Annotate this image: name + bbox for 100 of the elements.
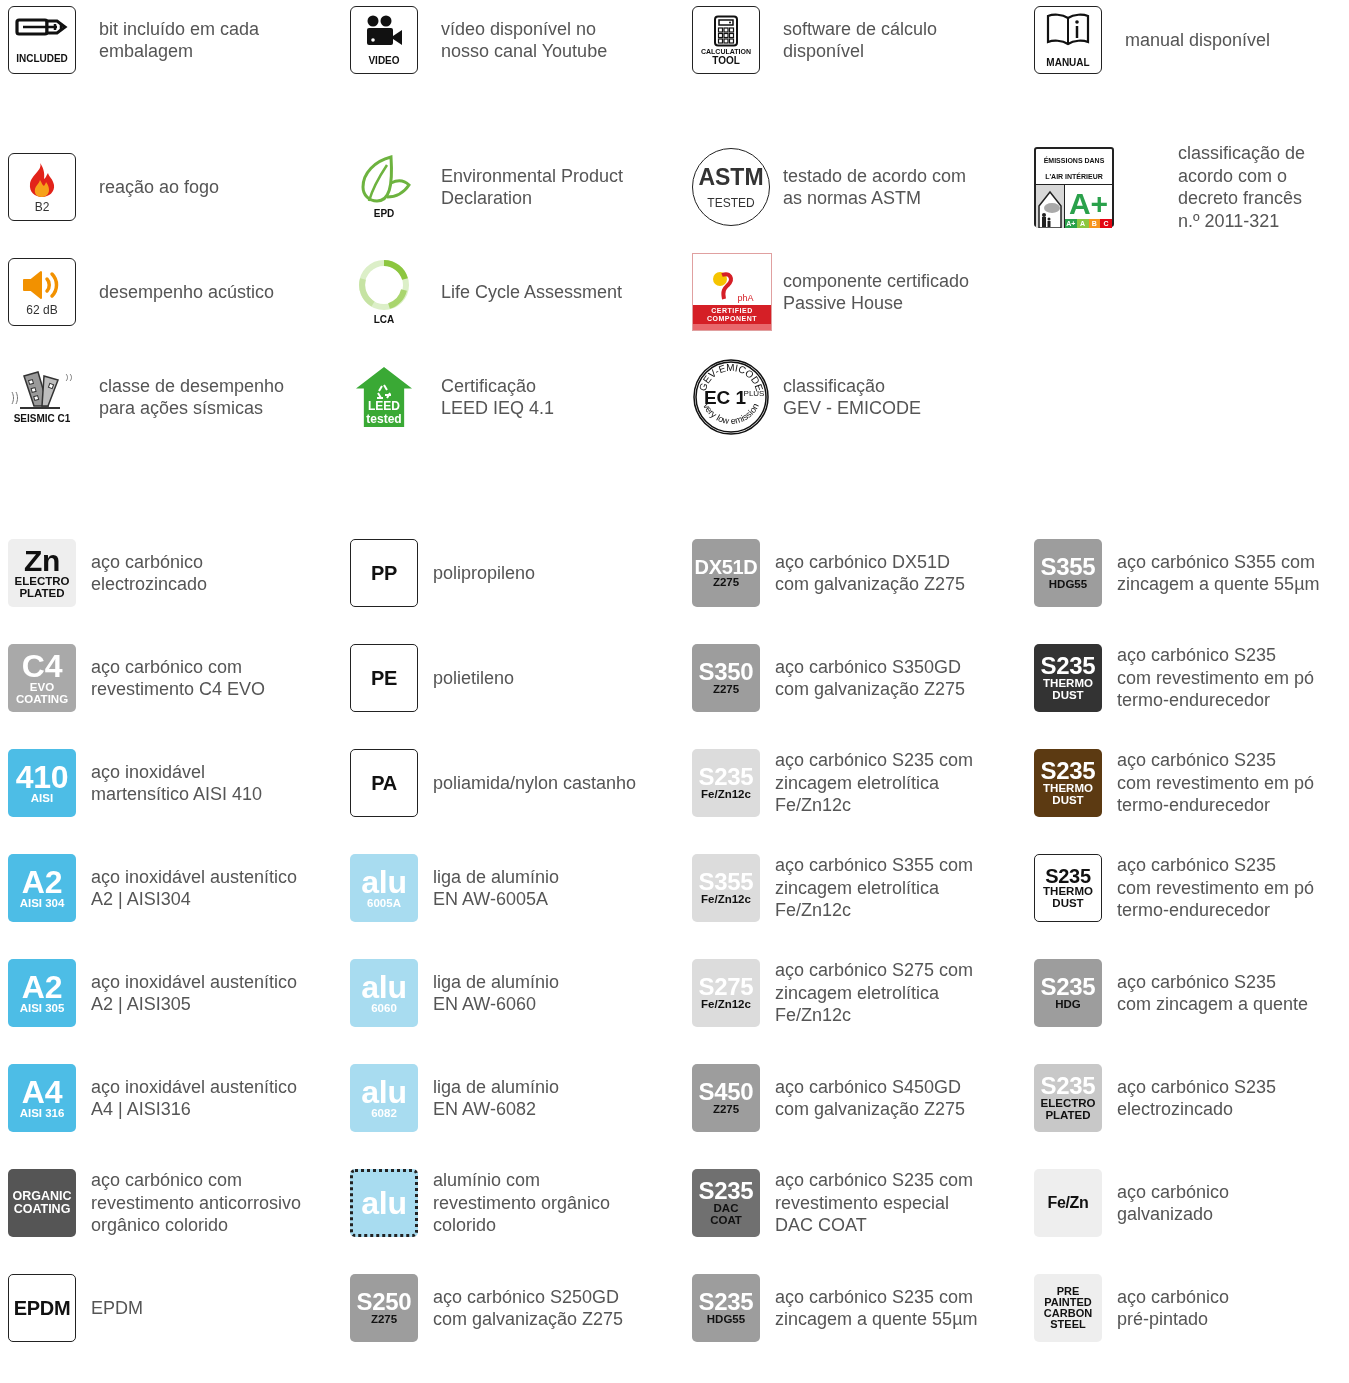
badge-label: 62 dB xyxy=(26,303,58,316)
material-subcode: ELECTRO xyxy=(1040,1098,1096,1110)
material-subcode: EVO xyxy=(29,682,55,694)
material-description: poliamida/nylon castanho xyxy=(433,771,637,795)
material-description: aço inoxidável austenítico A2 | AISI304 xyxy=(91,865,298,911)
material-code: A2 xyxy=(21,866,63,899)
material-description: aço carbónico com revestimento anticorrosivo orgânico colorido xyxy=(91,1169,302,1237)
material-description: aço carbónico S235 com zincagem a quente 55µm xyxy=(775,1285,978,1331)
material-description: liga de alumínio EN AW-6060 xyxy=(433,970,560,1016)
material-subcode: DAC xyxy=(713,1203,739,1215)
material-subcode: COATING xyxy=(13,1203,71,1216)
material-description: aço carbónico electrozincado xyxy=(91,550,208,596)
material-subcode: DUST xyxy=(1052,898,1084,910)
material-subcode: PRE xyxy=(1056,1285,1080,1297)
material-code: S355 xyxy=(1040,555,1096,580)
symbol-description: classificação GEV - EMICODE xyxy=(783,374,921,420)
symbol-description: classificação de acordo com o decreto francês n.º 2011-321 xyxy=(1178,142,1306,232)
badge-label: tested xyxy=(366,413,402,425)
material-code: EPDM xyxy=(13,1298,71,1318)
material-description: aço carbónico S250GD com galvanização Z275 xyxy=(433,1285,624,1331)
badge-label: VIDEO xyxy=(368,56,400,66)
material-subcode: HDG55 xyxy=(1048,579,1088,591)
material-code: A2 xyxy=(21,971,63,1004)
material-code: 410 xyxy=(15,761,69,794)
calculator-icon xyxy=(713,14,739,47)
material-code: PP xyxy=(370,563,398,583)
symbol-description: desempenho acústico xyxy=(99,280,275,304)
material-code: S350 xyxy=(698,660,754,685)
badge-label: B2 xyxy=(34,200,50,213)
material-subcode: THERMO xyxy=(1043,886,1093,898)
material-description: aço carbónico S235 com zincagem a quente xyxy=(1117,970,1309,1016)
material-description: aço inoxidável austenítico A2 | AISI305 xyxy=(91,970,298,1016)
house-family-icon xyxy=(1037,188,1063,228)
material-subcode: AISI 305 xyxy=(19,1003,65,1015)
material-code: S235 xyxy=(698,1290,754,1315)
material-code: S235 xyxy=(1040,654,1096,679)
material-subcode: COATING xyxy=(15,694,69,706)
material-description: polipropileno xyxy=(433,561,536,585)
badge-label: INCLUDED xyxy=(16,54,68,64)
material-subcode: DUST xyxy=(1052,795,1084,807)
material-code: S235 xyxy=(1040,759,1096,784)
material-code: PA xyxy=(371,773,397,793)
material-subcode: Fe/Zn12c xyxy=(701,999,751,1011)
book-icon xyxy=(1045,12,1091,46)
material-subcode: HDG xyxy=(1055,999,1081,1011)
badge-label: ASTM xyxy=(698,165,764,189)
material-subcode: PLATED xyxy=(1045,1110,1091,1122)
material-subcode: Z275 xyxy=(712,1104,740,1116)
symbol-description: manual disponível xyxy=(1125,28,1271,52)
material-subcode: 6005A xyxy=(367,898,401,910)
badge-label: MANUAL xyxy=(1046,58,1090,68)
material-subcode: ELECTRO xyxy=(14,576,70,588)
material-description: aço carbónico S355 com zincagem a quente 55µm xyxy=(1117,550,1320,596)
material-description: aço carbónico S350GD com galvanização Z275 xyxy=(775,655,966,701)
badge-label: TOOL xyxy=(712,55,740,66)
material-description: aço inoxidável martensítico AISI 410 xyxy=(91,760,263,806)
material-subcode: HDG55 xyxy=(706,1314,746,1326)
symbol-description: reação ao fogo xyxy=(99,175,220,199)
material-code: DX51D xyxy=(694,557,758,578)
material-subcode: AISI 316 xyxy=(19,1108,65,1120)
material-description: aço carbónico S235 com revestimento em pó termo-endurecedor xyxy=(1117,854,1315,922)
badge-label: LEED xyxy=(368,400,400,412)
recycle-icon xyxy=(376,384,392,399)
material-description: aço inoxidável austenítico A4 | AISI316 xyxy=(91,1075,298,1121)
material-description: aço carbónico S450GD com galvanização Z275 xyxy=(775,1075,966,1121)
material-code: alu xyxy=(361,1187,407,1219)
material-description: aço carbónico com revestimento C4 EVO xyxy=(91,655,266,701)
material-subcode: 6060 xyxy=(371,1003,397,1015)
material-description: aço carbónico S235 electrozincado xyxy=(1117,1075,1277,1121)
material-subcode: COAT xyxy=(710,1215,742,1227)
symbol-description: Life Cycle Assessment xyxy=(441,280,623,304)
material-description: liga de alumínio EN AW-6005A xyxy=(433,865,560,911)
material-subcode: DUST xyxy=(1052,690,1084,702)
material-code: S235 xyxy=(1045,866,1091,887)
material-description: aço carbónico DX51D com galvanização Z275 xyxy=(775,550,966,596)
symbol-description: vídeo disponível no nosso canal Youtube xyxy=(441,17,608,63)
badge-label: LCA xyxy=(373,315,395,325)
material-code: alu xyxy=(361,971,407,1004)
material-subcode: CARBON xyxy=(1043,1308,1093,1320)
material-code: Zn xyxy=(23,546,61,577)
material-description: aço carbónico S235 com revestimento em pó termo-endurecedor xyxy=(1117,644,1315,712)
material-subcode: Fe/Zn12c xyxy=(701,789,751,801)
badge-label: TESTED xyxy=(707,196,755,209)
material-code: PE xyxy=(370,668,398,688)
material-code: Fe/Zn xyxy=(1047,1195,1089,1211)
material-code: S250 xyxy=(356,1290,412,1315)
material-description: alumínio com revestimento orgânico colorido xyxy=(433,1169,611,1237)
material-code: S235 xyxy=(1040,975,1096,1000)
material-code: alu xyxy=(361,1076,407,1109)
badge-label: A+ xyxy=(1068,189,1109,219)
symbol-description: Certificação LEED IEQ 4.1 xyxy=(441,374,555,420)
symbol-description: testado de acordo com as normas ASTM xyxy=(783,164,967,210)
material-subcode: Z275 xyxy=(712,577,740,589)
symbol-description: componente certificado Passive House xyxy=(783,269,970,315)
material-description: aço carbónico S235 com revestimento em pó termo-endurecedor xyxy=(1117,749,1315,817)
material-description: aço carbónico S275 com zincagem eletrolítica Fe/Zn12c xyxy=(775,959,974,1027)
screwdriver-bit-icon xyxy=(15,16,69,38)
symbol-description: Environmental Product Declaration xyxy=(441,164,624,210)
material-subcode: 6082 xyxy=(371,1108,397,1120)
material-code: C4 xyxy=(21,650,63,683)
